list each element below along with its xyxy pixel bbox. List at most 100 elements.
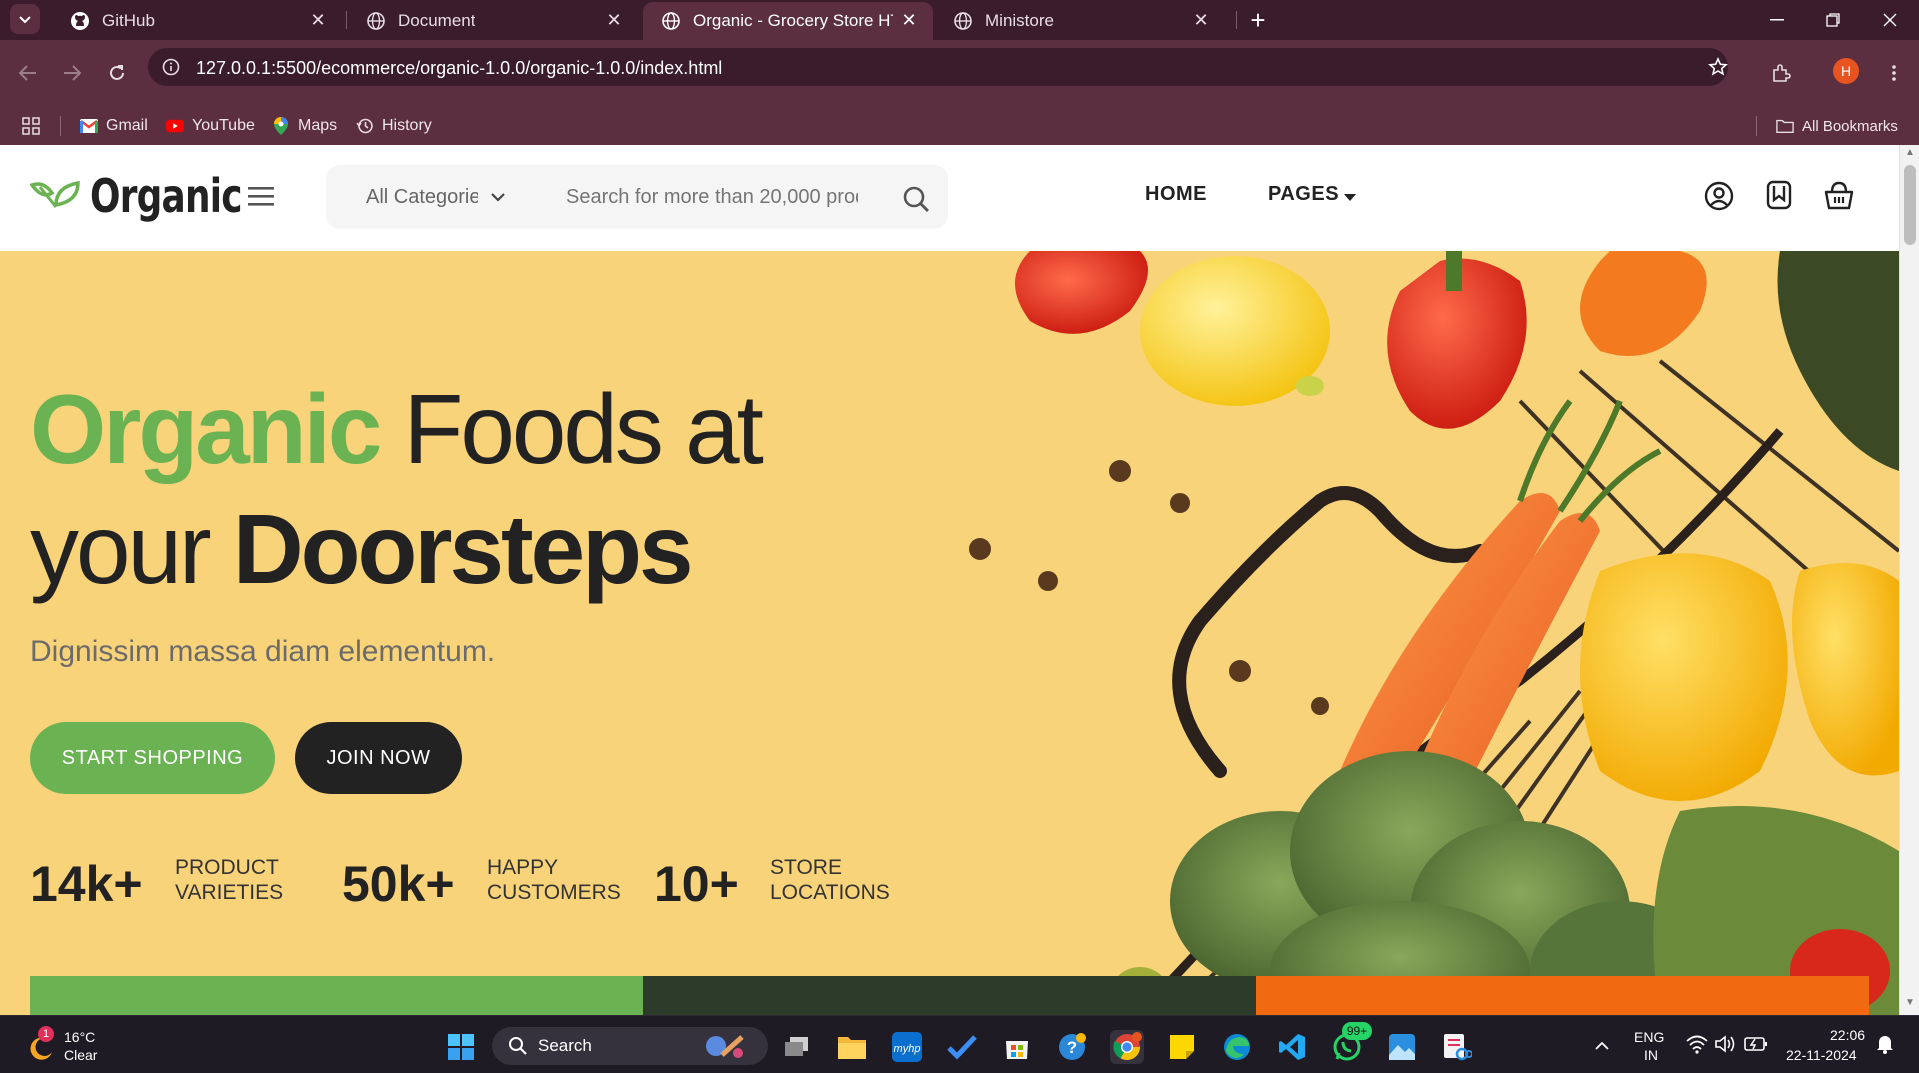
stat-label-line1: PRODUCT: [175, 856, 279, 879]
product-search-bar: All Categorie s: [326, 165, 948, 229]
vscode-icon[interactable]: [1275, 1030, 1309, 1064]
weather-temp: 16°C: [64, 1029, 96, 1045]
back-icon[interactable]: [12, 57, 44, 89]
file-explorer-icon[interactable]: [835, 1030, 869, 1064]
photos-icon[interactable]: [1385, 1030, 1419, 1064]
address-bar[interactable]: 127.0.0.1:5500/ecommerce/organic-1.0.0/o…: [148, 48, 1728, 86]
tab-separator: [346, 11, 347, 29]
hero-subtitle: Dignissim massa diam elementum.: [30, 635, 496, 668]
minimize-icon[interactable]: [1761, 4, 1793, 36]
url-text[interactable]: 127.0.0.1:5500/ecommerce/organic-1.0.0/o…: [196, 58, 722, 79]
apps-grid-icon[interactable]: [22, 114, 40, 138]
hero-title-line2: your: [30, 494, 233, 604]
nav-pages[interactable]: PAGES: [1268, 183, 1339, 206]
site-logo[interactable]: Organic: [90, 169, 243, 223]
bookmark-maps[interactable]: Maps: [272, 114, 337, 138]
language-indicator[interactable]: ENG IN: [1630, 1026, 1672, 1066]
hero-banner: Organic Foods at your Doorsteps Dignissi…: [0, 251, 1899, 1015]
new-tab-icon[interactable]: +: [1242, 4, 1274, 36]
scrollbar-thumb[interactable]: [1904, 165, 1916, 245]
close-window-icon[interactable]: [1874, 4, 1906, 36]
globe-icon: [661, 11, 681, 31]
nav-home[interactable]: HOME: [1145, 183, 1207, 206]
task-view-icon[interactable]: [780, 1030, 814, 1064]
wifi-icon[interactable]: [1686, 1034, 1708, 1056]
chrome-icon[interactable]: [1110, 1030, 1144, 1064]
page-scrollbar[interactable]: ▲ ▼: [1899, 145, 1919, 1015]
forward-icon[interactable]: [56, 57, 88, 89]
site-info-icon[interactable]: [162, 58, 180, 76]
search-icon[interactable]: [902, 185, 930, 213]
join-now-button[interactable]: JOIN NOW: [295, 722, 462, 794]
myhp-icon[interactable]: myhp: [890, 1030, 924, 1064]
tab-organic-grocery[interactable]: Organic - Grocery Store HTML W ✕: [643, 2, 933, 40]
stat-label-line1: STORE: [770, 856, 842, 879]
bookmark-youtube[interactable]: YouTube: [166, 114, 255, 138]
windows-start-icon[interactable]: [444, 1030, 478, 1064]
edge-icon[interactable]: [1220, 1030, 1254, 1064]
stat-label-line2: CUSTOMERS: [487, 881, 621, 904]
tab-ministore[interactable]: Ministore ✕: [935, 2, 1225, 40]
history-icon: [356, 117, 374, 135]
bookmark-gmail[interactable]: Gmail: [80, 114, 148, 138]
tab-github[interactable]: GitHub ✕: [52, 2, 342, 40]
close-tab-icon[interactable]: ✕: [1191, 10, 1211, 30]
svg-text:?: ?: [1067, 1038, 1077, 1057]
hero-title-rest: Foods at: [379, 374, 764, 484]
volume-icon[interactable]: [1714, 1034, 1736, 1056]
shopping-basket-icon[interactable]: [1823, 180, 1855, 212]
tab-search-icon[interactable]: [10, 4, 40, 34]
menu-kebab-icon[interactable]: [1878, 57, 1910, 89]
bookmark-history[interactable]: History: [356, 114, 432, 138]
windows-taskbar: 1 16°C Clear Search myhp ? 99+ ENG IN 22…: [0, 1015, 1919, 1073]
chevron-down-icon[interactable]: [490, 190, 506, 206]
reload-icon[interactable]: [101, 57, 133, 89]
svg-text:myhp: myhp: [894, 1043, 921, 1055]
scroll-down-arrow-icon[interactable]: ▼: [1900, 997, 1919, 1013]
search-input[interactable]: [566, 186, 858, 209]
snipping-tool-icon[interactable]: [1440, 1030, 1474, 1064]
feature-card-organic: [643, 976, 1256, 1015]
extensions-icon[interactable]: [1765, 57, 1797, 89]
scroll-up-arrow-icon[interactable]: ▲: [1900, 147, 1919, 163]
category-select[interactable]: All Categories: [366, 186, 478, 209]
tab-title: Organic - Grocery Store HTML W: [693, 11, 893, 30]
tab-document[interactable]: Document ✕: [348, 2, 638, 40]
stat-label-line2: LOCATIONS: [770, 881, 890, 904]
weather-widget[interactable]: 1 16°C Clear: [24, 1024, 114, 1068]
close-tab-icon[interactable]: ✕: [308, 10, 328, 30]
notification-bell-icon[interactable]: [1876, 1034, 1896, 1056]
whatsapp-icon[interactable]: 99+: [1330, 1022, 1372, 1064]
caret-down-icon[interactable]: [1344, 189, 1356, 201]
github-icon: [70, 11, 90, 31]
leaf-logo-icon[interactable]: [29, 177, 82, 211]
restore-icon[interactable]: [1817, 4, 1849, 36]
globe-icon: [953, 11, 973, 31]
lang-line1: ENG: [1634, 1029, 1665, 1045]
battery-icon[interactable]: [1744, 1036, 1768, 1054]
stat-label: STORE LOCATIONS: [770, 855, 890, 905]
close-tab-icon[interactable]: ✕: [604, 10, 624, 30]
taskbar-search-box[interactable]: Search: [492, 1027, 768, 1065]
close-tab-icon[interactable]: ✕: [899, 10, 919, 30]
bookmark-star-icon[interactable]: [1708, 57, 1728, 77]
stat-label: HAPPY CUSTOMERS: [487, 855, 621, 905]
bookmark-label: Gmail: [106, 117, 148, 134]
gmail-icon: [80, 117, 98, 135]
stat-label: PRODUCT VARIETIES: [175, 855, 283, 905]
start-shopping-button[interactable]: START SHOPPING: [30, 722, 275, 794]
clock[interactable]: 22:06 22-11-2024: [1782, 1024, 1872, 1066]
browser-toolbar: 127.0.0.1:5500/ecommerce/organic-1.0.0/o…: [0, 40, 1919, 106]
todo-check-icon[interactable]: [945, 1030, 979, 1064]
hamburger-menu-icon[interactable]: [248, 185, 276, 209]
profile-avatar[interactable]: H: [1833, 58, 1859, 84]
microsoft-store-icon[interactable]: [1000, 1030, 1034, 1064]
sticky-notes-icon[interactable]: [1165, 1030, 1199, 1064]
youtube-icon: [166, 117, 184, 135]
wishlist-bookmark-icon[interactable]: [1764, 180, 1794, 210]
help-icon[interactable]: ?: [1055, 1030, 1089, 1064]
all-bookmarks-button[interactable]: All Bookmarks: [1776, 114, 1898, 138]
button-label: START SHOPPING: [61, 746, 244, 769]
chevron-up-icon[interactable]: [1594, 1038, 1610, 1052]
user-account-icon[interactable]: [1704, 181, 1734, 211]
